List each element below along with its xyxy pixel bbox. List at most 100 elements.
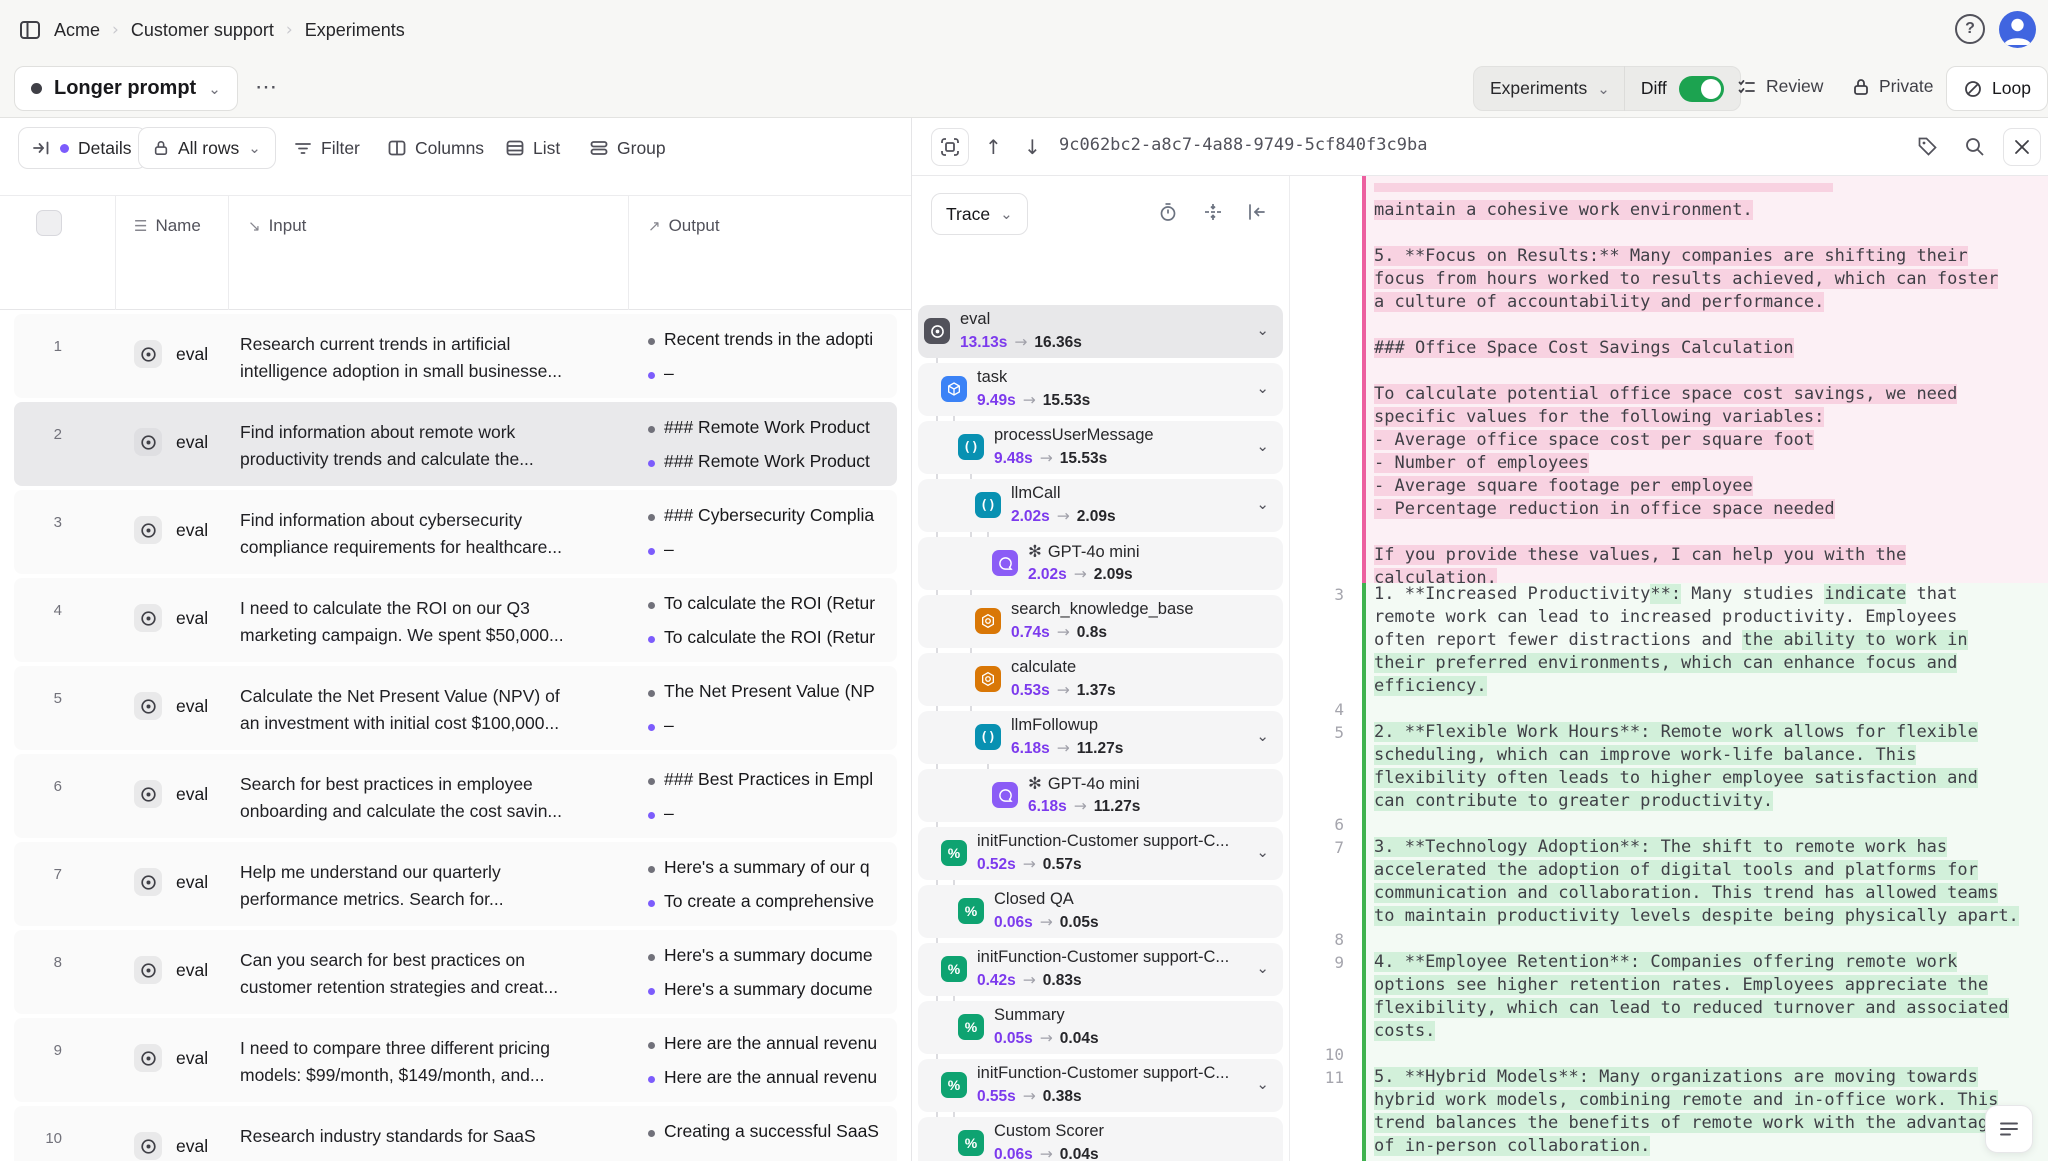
select-all-checkbox[interactable] — [36, 210, 62, 236]
output-line: To calculate the ROI (Retur — [648, 624, 897, 658]
table-row[interactable]: 1evalResearch current trends in artifici… — [14, 314, 897, 398]
trace-detail-panel: ↑ ↓ 9c062bc2-a8c7-4a88-9749-5cf840f3c9ba… — [911, 118, 2048, 1161]
span-durations: 0.05s→0.04s — [994, 1029, 1099, 1048]
breadcrumb-project[interactable]: Customer support — [131, 20, 274, 41]
trace-span-row[interactable]: ✻GPT-4o mini2.02s→2.09s — [918, 537, 1283, 590]
tag-icon[interactable] — [1917, 136, 1938, 157]
output-text: ### Cybersecurity Complia — [664, 505, 874, 526]
trace-span-row[interactable]: search_knowledge_base0.74s→0.8s — [918, 595, 1283, 648]
column-header-output[interactable]: ↗ Output — [648, 216, 720, 236]
row-number: 9 — [14, 1042, 62, 1059]
diff-removed-block: maintain a cohesive work environment.5. … — [1362, 176, 2048, 583]
all-rows-filter-button[interactable]: All rows ⌄ — [138, 127, 276, 169]
expand-trace-button[interactable] — [931, 128, 969, 166]
trace-span-row[interactable]: %initFunction-Customer support-C...0.52s… — [918, 827, 1283, 880]
span-durations: 0.06s→0.04s — [994, 1145, 1099, 1161]
span-durations: 9.49s→15.53s — [977, 391, 1090, 410]
next-row-arrow-icon[interactable]: ↓ — [1024, 135, 1041, 159]
output-bullet-dot — [648, 1042, 655, 1049]
trace-span-row[interactable]: eval13.13s→16.36s⌄ — [918, 305, 1283, 358]
chevron-down-icon[interactable]: ⌄ — [1256, 321, 1269, 339]
table-row[interactable]: 7evalHelp me understand our quarterlyper… — [14, 842, 897, 926]
diff-toggle[interactable] — [1679, 76, 1724, 102]
row-input: Find information about remote workproduc… — [240, 419, 632, 473]
input-line: Can you search for best practices on — [240, 947, 632, 974]
timer-icon[interactable] — [1158, 202, 1178, 222]
row-name: eval — [176, 872, 208, 893]
table-row[interactable]: 8evalCan you search for best practices o… — [14, 930, 897, 1014]
chevron-down-icon[interactable]: ⌄ — [1256, 959, 1269, 977]
list-button[interactable]: List — [506, 127, 560, 169]
span-duration-left: 6.18s — [1028, 798, 1067, 815]
filter-button[interactable]: Filter — [294, 127, 360, 169]
span-duration-left: 9.48s — [994, 450, 1033, 467]
table-row[interactable]: 2evalFind information about remote workp… — [14, 402, 897, 486]
close-icon[interactable] — [2003, 128, 2041, 166]
table-row[interactable]: 3evalFind information about cybersecurit… — [14, 490, 897, 574]
search-icon[interactable] — [1964, 136, 1985, 157]
prev-row-arrow-icon[interactable]: ↑ — [985, 135, 1002, 159]
diff-removed-line: 5. **Focus on Results:** Many companies … — [1374, 245, 2048, 268]
chevron-down-icon[interactable]: ⌄ — [1256, 727, 1269, 745]
trace-span-row[interactable]: ✻GPT-4o mini6.18s→11.27s — [918, 769, 1283, 822]
review-button[interactable]: Review — [1737, 76, 1823, 97]
trace-span-row[interactable]: calculate0.53s→1.37s — [918, 653, 1283, 706]
arrow-down-right-icon: ↘ — [248, 217, 261, 235]
diff-added-line: options see higher retention rates. Empl… — [1374, 974, 2048, 997]
view-selector-dropdown[interactable]: Experiments ⌄ — [1474, 78, 1624, 99]
table-row[interactable]: 9evalI need to compare three different p… — [14, 1018, 897, 1102]
help-icon[interactable]: ? — [1955, 14, 1985, 44]
chevron-down-icon[interactable]: ⌄ — [1256, 437, 1269, 455]
avatar[interactable] — [1999, 11, 2036, 48]
collapse-spans-icon[interactable] — [1203, 202, 1223, 222]
columns-button[interactable]: Columns — [388, 127, 484, 169]
breadcrumb-org[interactable]: Acme — [54, 20, 100, 41]
trace-span-row[interactable]: ()llmFollowup6.18s→11.27s⌄ — [918, 711, 1283, 764]
output-bullet-dot — [648, 372, 655, 379]
eval-icon — [134, 780, 162, 808]
span-label: initFunction-Customer support-C... — [977, 1064, 1229, 1083]
chevron-down-icon[interactable]: ⌄ — [1256, 1075, 1269, 1093]
chevron-down-icon: ⌄ — [248, 139, 261, 157]
text-wrap-button[interactable] — [1985, 1105, 2033, 1153]
trace-span-row[interactable]: task9.49s→15.53s⌄ — [918, 363, 1283, 416]
span-duration-right: 0.8s — [1077, 624, 1107, 641]
trace-span-row[interactable]: ()processUserMessage9.48s→15.53s⌄ — [918, 421, 1283, 474]
private-button[interactable]: Private — [1852, 76, 1933, 97]
sidebar-toggle-icon[interactable] — [14, 14, 46, 46]
chevron-down-icon[interactable]: ⌄ — [1256, 495, 1269, 513]
experiment-selector[interactable]: Longer prompt ⌄ — [14, 66, 238, 111]
diff-toggle-label: Diff — [1641, 78, 1667, 99]
columns-label: Columns — [415, 138, 484, 159]
loop-button[interactable]: Loop — [1946, 66, 2048, 111]
trace-span-row[interactable]: ()llmCall2.02s→2.09s⌄ — [918, 479, 1283, 532]
column-header-input[interactable]: ↘ Input — [248, 216, 306, 236]
trace-span-row[interactable]: %initFunction-Customer support-C...0.55s… — [918, 1059, 1283, 1112]
removed-highlight — [1374, 183, 1833, 192]
table-row[interactable]: 4evalI need to calculate the ROI on our … — [14, 578, 897, 662]
chevron-down-icon[interactable]: ⌄ — [1256, 843, 1269, 861]
trace-span-row[interactable]: %initFunction-Customer support-C...0.42s… — [918, 943, 1283, 996]
span-label: initFunction-Customer support-C... — [977, 948, 1229, 967]
details-button[interactable]: Details — [18, 127, 147, 169]
top-bar: Acme › Customer support › Experiments ? — [0, 0, 2048, 60]
column-header-name[interactable]: ☰ Name — [134, 216, 201, 236]
output-line: To calculate the ROI (Retur — [648, 590, 897, 624]
table-row[interactable]: 10evalResearch industry standards for Sa… — [14, 1106, 897, 1161]
more-menu-button[interactable]: ⋯ — [255, 74, 279, 100]
trace-span-row[interactable]: %Closed QA0.06s→0.05s — [918, 885, 1283, 938]
table-row[interactable]: 5evalCalculate the Net Present Value (NP… — [14, 666, 897, 750]
trace-span-row[interactable]: %Summary0.05s→0.04s — [918, 1001, 1283, 1054]
table-row[interactable]: 6evalSearch for best practices in employ… — [14, 754, 897, 838]
span-label: llmFollowup — [1011, 716, 1098, 735]
span-duration-left: 0.06s — [994, 914, 1033, 931]
chevron-down-icon[interactable]: ⌄ — [1256, 379, 1269, 397]
breadcrumb-page[interactable]: Experiments — [305, 20, 405, 41]
trace-view-selector[interactable]: Trace ⌄ — [931, 193, 1028, 235]
clipped-diff-line — [1374, 183, 2048, 199]
output-line: – — [648, 360, 897, 394]
group-button[interactable]: Group — [590, 127, 666, 169]
trace-span-row[interactable]: %Custom Scorer0.06s→0.04s — [918, 1117, 1283, 1161]
row-output: ### Best Practices in Empl– — [648, 766, 897, 834]
collapse-panel-left-icon[interactable] — [1247, 202, 1267, 222]
